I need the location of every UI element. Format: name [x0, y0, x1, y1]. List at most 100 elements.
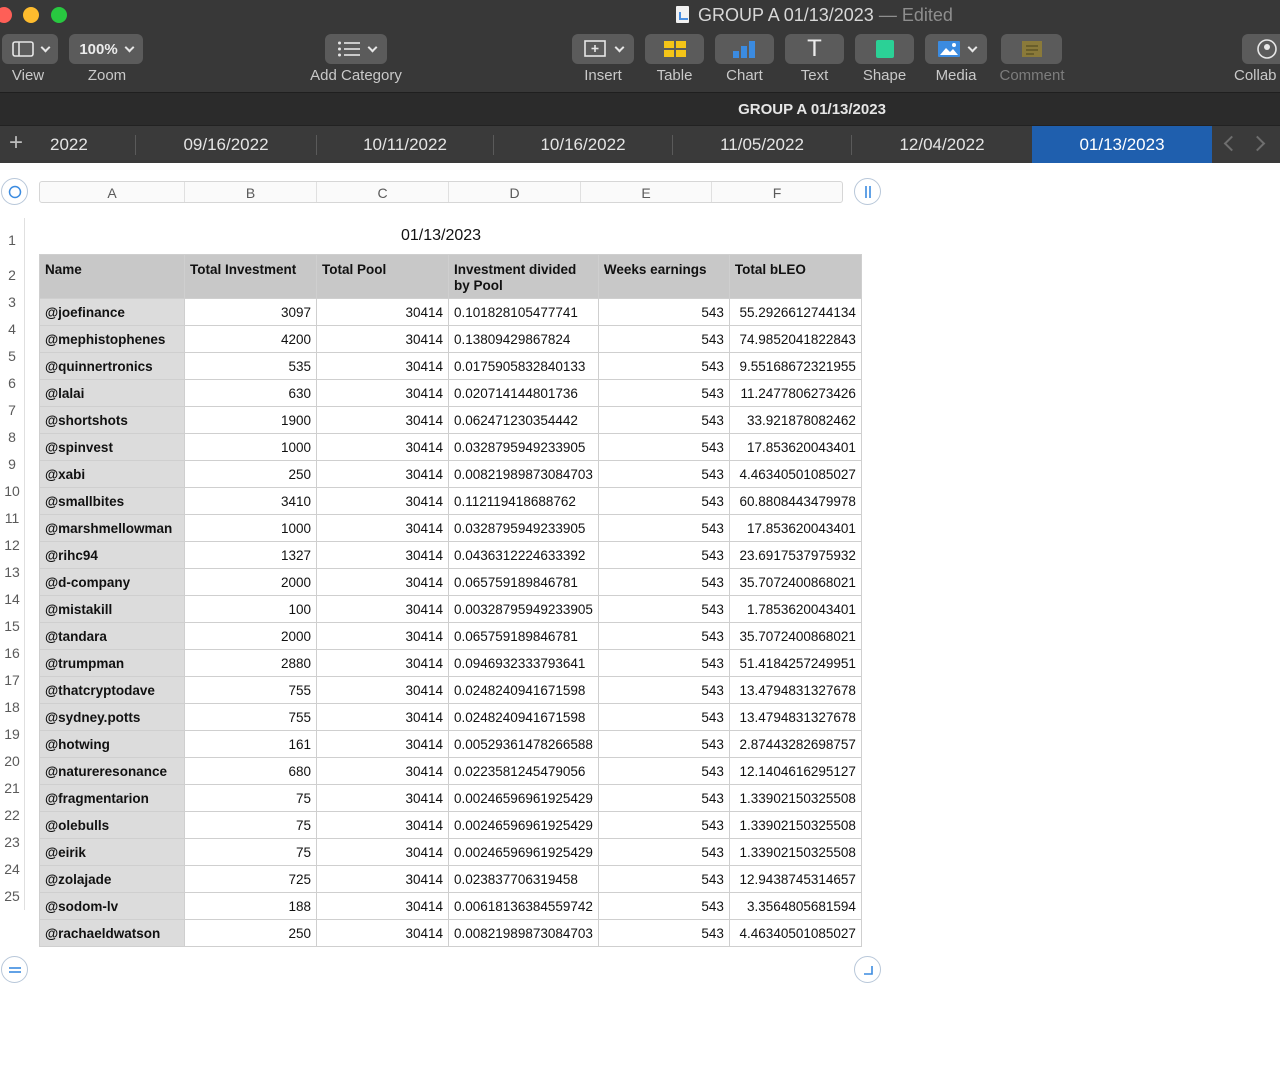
table-cell[interactable]: 543: [597, 406, 730, 434]
table-cell[interactable]: 1.33902150325508: [728, 811, 862, 839]
table-cell[interactable]: 12.9438745314657: [728, 865, 862, 893]
row-header-22[interactable]: 22: [0, 802, 25, 829]
collaborate-button[interactable]: [1242, 34, 1280, 64]
table-cell[interactable]: 0.0436312224633392: [448, 541, 599, 569]
row-header-20[interactable]: 20: [0, 748, 25, 775]
table-cell[interactable]: 0.065759189846781: [448, 568, 599, 596]
view-button[interactable]: [2, 34, 58, 64]
row-header-24[interactable]: 24: [0, 856, 25, 883]
table-cell[interactable]: 1.33902150325508: [728, 838, 862, 866]
row-header-18[interactable]: 18: [0, 694, 25, 721]
table-cell[interactable]: 1327: [184, 541, 317, 569]
table-cell[interactable]: 0.0175905832840133: [448, 352, 599, 380]
table-cell[interactable]: 0.00246596961925429: [448, 784, 599, 812]
table-cell[interactable]: 30414: [316, 919, 449, 947]
header-cell-total-investment[interactable]: Total Investment: [184, 254, 317, 299]
table-cell[interactable]: 755: [184, 703, 317, 731]
row-header-1[interactable]: 1: [0, 218, 25, 262]
table-cell[interactable]: 2880: [184, 649, 317, 677]
chevron-right-icon[interactable]: [1249, 135, 1266, 152]
row-header-12[interactable]: 12: [0, 532, 25, 559]
table-cell[interactable]: 1.33902150325508: [728, 784, 862, 812]
table-cell[interactable]: 1000: [184, 514, 317, 542]
table-cell[interactable]: 543: [597, 514, 730, 542]
close-window-button[interactable]: [0, 7, 12, 23]
tab-01-13-2023[interactable]: 01/13/2023: [1032, 126, 1212, 163]
table-cell[interactable]: 1.7853620043401: [728, 595, 862, 623]
table-cell[interactable]: 30414: [316, 676, 449, 704]
table-cell[interactable]: @thatcryptodave: [39, 676, 185, 704]
table-cell[interactable]: 0.13809429867824: [448, 325, 599, 353]
table-cell[interactable]: 30414: [316, 433, 449, 461]
table-cell[interactable]: 543: [597, 460, 730, 488]
column-header-d[interactable]: D: [449, 185, 580, 201]
table-cell[interactable]: @natureresonance: [39, 757, 185, 785]
table-cell[interactable]: @mephistophenes: [39, 325, 185, 353]
table-cell[interactable]: 30414: [316, 541, 449, 569]
table-cell[interactable]: 30414: [316, 784, 449, 812]
table-cell[interactable]: 30414: [316, 595, 449, 623]
table-cell[interactable]: 0.00246596961925429: [448, 838, 599, 866]
table-cell[interactable]: 543: [597, 865, 730, 893]
row-header-7[interactable]: 7: [0, 397, 25, 424]
table-cell[interactable]: 2.87443282698757: [728, 730, 862, 758]
table-cell[interactable]: 543: [597, 676, 730, 704]
table-cell[interactable]: 535: [184, 352, 317, 380]
table-cell[interactable]: 3097: [184, 298, 317, 326]
table-cell[interactable]: 12.1404616295127: [728, 757, 862, 785]
row-header-5[interactable]: 5: [0, 343, 25, 370]
table-cell[interactable]: 543: [597, 649, 730, 677]
table-cell[interactable]: @smallbites: [39, 487, 185, 515]
row-header-19[interactable]: 19: [0, 721, 25, 748]
table-cell[interactable]: 0.00821989873084703: [448, 460, 599, 488]
table-cell[interactable]: 30414: [316, 460, 449, 488]
insert-button[interactable]: [572, 34, 634, 64]
table-cell[interactable]: 30414: [316, 568, 449, 596]
table-cell[interactable]: 543: [597, 568, 730, 596]
table-cell[interactable]: 4.46340501085027: [728, 919, 862, 947]
table-cell[interactable]: 30414: [316, 865, 449, 893]
table-cell[interactable]: 543: [597, 487, 730, 515]
table-cell[interactable]: 2000: [184, 622, 317, 650]
table-cell[interactable]: 4200: [184, 325, 317, 353]
table-cell[interactable]: 250: [184, 919, 317, 947]
row-header-15[interactable]: 15: [0, 613, 25, 640]
table-cell[interactable]: 543: [597, 811, 730, 839]
table-cell[interactable]: 30414: [316, 703, 449, 731]
table-cell[interactable]: 543: [597, 541, 730, 569]
table-cell[interactable]: 30414: [316, 811, 449, 839]
header-cell-weeks-earnings[interactable]: Weeks earnings: [597, 254, 730, 299]
add-category-button[interactable]: [325, 34, 387, 64]
header-cell-investment-divided-by-pool[interactable]: Investment divided by Pool: [448, 254, 599, 299]
table-cell[interactable]: @quinnertronics: [39, 352, 185, 380]
row-header-3[interactable]: 3: [0, 289, 25, 316]
table-cell[interactable]: @xabi: [39, 460, 185, 488]
table-cell[interactable]: 1900: [184, 406, 317, 434]
table-cell[interactable]: @d-company: [39, 568, 185, 596]
table-cell[interactable]: @sydney.potts: [39, 703, 185, 731]
table-cell[interactable]: 60.8808443479978: [728, 487, 862, 515]
column-header-a[interactable]: A: [40, 185, 184, 201]
table-cell[interactable]: 0.0248240941671598: [448, 676, 599, 704]
table-cell[interactable]: @fragmentarion: [39, 784, 185, 812]
table-cell[interactable]: 0.0946932333793641: [448, 649, 599, 677]
table-cell[interactable]: 30414: [316, 757, 449, 785]
table-cell[interactable]: 75: [184, 811, 317, 839]
table-cell[interactable]: 543: [597, 298, 730, 326]
table-cell[interactable]: 543: [597, 730, 730, 758]
chevron-left-icon[interactable]: [1223, 135, 1240, 152]
table-cell[interactable]: 543: [597, 757, 730, 785]
table-cell[interactable]: @olebulls: [39, 811, 185, 839]
table-cell[interactable]: 680: [184, 757, 317, 785]
media-button[interactable]: [925, 34, 987, 64]
table-cell[interactable]: 13.4794831327678: [728, 676, 862, 704]
table-cell[interactable]: @marshmellowman: [39, 514, 185, 542]
column-header-b[interactable]: B: [185, 185, 316, 201]
table-cell[interactable]: @shortshots: [39, 406, 185, 434]
table-cell[interactable]: 543: [597, 919, 730, 947]
table-cell[interactable]: @rachaeldwatson: [39, 919, 185, 947]
table-cell[interactable]: 30414: [316, 892, 449, 920]
table-cell[interactable]: 3.3564805681594: [728, 892, 862, 920]
tab-10-16-2022[interactable]: 10/16/2022: [494, 126, 672, 163]
table-cell[interactable]: 725: [184, 865, 317, 893]
